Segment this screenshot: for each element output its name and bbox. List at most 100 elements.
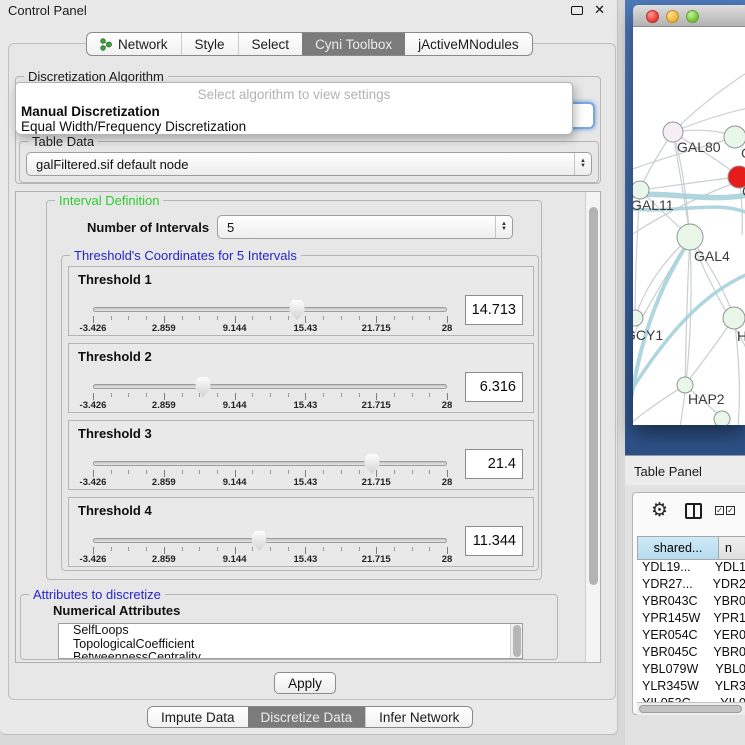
float-window-icon[interactable] [571, 6, 583, 15]
tab-select[interactable]: Select [238, 33, 303, 55]
group-title: Interval Definition [55, 193, 163, 208]
table-row[interactable]: YBR045CYBR0 [637, 645, 745, 662]
group-title: Attributes to discretize [29, 587, 165, 602]
attribute-list-item[interactable]: TopologicalCoefficient [59, 638, 522, 652]
tick-label: 21.715 [362, 477, 391, 488]
table-row[interactable]: YBR043CYBR0 [637, 594, 745, 611]
threshold-label: Threshold 3 [78, 426, 152, 441]
group-title: Threshold's Coordinates for 5 Intervals [70, 248, 301, 263]
threshold-slider[interactable] [93, 384, 447, 389]
threshold-value-field[interactable]: 14.713 [465, 295, 523, 325]
thresholds-coordinates-group: Threshold's Coordinates for 5 Intervals … [61, 255, 539, 571]
interval-definition-group: Interval Definition Number of Intervals … [46, 200, 542, 580]
tab-network[interactable]: Network [87, 33, 181, 55]
dropdown-option-equal-width-frequency[interactable]: Equal Width/Frequency Discretization [21, 119, 567, 134]
table-row[interactable]: YDR27...YDR2 [637, 577, 745, 594]
cell-shared-name: YBR043C [637, 594, 706, 611]
threshold-slider[interactable] [93, 307, 447, 312]
threshold-value-field[interactable]: 21.4 [465, 449, 523, 479]
threshold-value-field[interactable]: 6.316 [465, 372, 523, 402]
threshold-4-panel: Threshold 4 -3.4262.8599.14415.4321.7152… [68, 497, 534, 567]
node-label: GAL80 [677, 139, 721, 155]
threshold-slider[interactable] [93, 538, 447, 543]
spinner-arrows-icon: ▲▼ [574, 153, 591, 175]
threshold-label: Threshold 4 [78, 503, 152, 518]
table-row[interactable]: YER054CYER0 [637, 628, 745, 645]
gear-icon[interactable]: ⚙ [651, 499, 668, 521]
settings-scrollpane: Interval Definition Number of Intervals … [15, 191, 601, 663]
panel-scrollbar[interactable] [585, 192, 600, 662]
column-layout-icon[interactable] [685, 503, 702, 519]
minimize-traffic-light[interactable] [666, 10, 679, 23]
node-label: H [737, 328, 745, 344]
table-data-group: Table Data galFiltered.sif default node … [19, 141, 599, 183]
table-horizontal-scrollbar[interactable] [637, 702, 745, 715]
table-header-row: shared... n [637, 536, 745, 560]
threshold-value-field[interactable]: 11.344 [465, 526, 523, 556]
network-node[interactable] [633, 310, 643, 326]
scrollbar-thumb[interactable] [513, 625, 521, 657]
algorithm-dropdown-popup: Select algorithm to view settings Manual… [15, 82, 573, 135]
threshold-label: Threshold 1 [78, 272, 152, 287]
list-scrollbar[interactable] [510, 624, 522, 658]
table-row[interactable]: YBL079WYBL0 [637, 662, 745, 679]
network-canvas[interactable]: GAL80GACGAL11GAL4GCY1HHAP2 [633, 27, 745, 425]
cell-name: YER0 [706, 628, 745, 645]
number-of-intervals-label: Number of Intervals [87, 220, 209, 235]
network-node[interactable] [714, 411, 730, 425]
tick-label: 2.859 [152, 554, 176, 565]
tab-infer-network[interactable]: Infer Network [365, 707, 472, 727]
close-traffic-light[interactable] [646, 10, 659, 23]
network-graph: GAL80GACGAL11GAL4GCY1HHAP2 [633, 27, 745, 425]
column-header-name[interactable]: n [719, 536, 745, 560]
scrollbar-thumb[interactable] [589, 207, 598, 585]
tab-discretize-data[interactable]: Discretize Data [248, 707, 366, 727]
tab-cyni-toolbox[interactable]: Cyni Toolbox [302, 33, 405, 55]
cell-shared-name: YDR27... [637, 577, 706, 594]
network-node[interactable] [677, 224, 703, 250]
cell-shared-name: YBL079W [637, 662, 708, 679]
tick-label: 9.144 [223, 554, 247, 565]
tick-label: 21.715 [362, 400, 391, 411]
cell-name: YDR2 [706, 577, 745, 594]
bottom-tab-bar: Impute Data Discretize Data Infer Networ… [147, 706, 473, 728]
attribute-list-item[interactable]: BetweennessCentrality [59, 651, 522, 659]
slider-ticks [93, 393, 447, 400]
scrollbar-thumb[interactable] [639, 705, 742, 713]
checkbox-icon[interactable]: ✓ [726, 506, 735, 515]
tab-style[interactable]: Style [181, 33, 238, 55]
threshold-2-panel: Threshold 2 -3.4262.8599.14415.4321.7152… [68, 343, 534, 413]
tick-label: 15.43 [294, 323, 318, 334]
column-header-shared-name[interactable]: shared... [637, 536, 719, 560]
threshold-slider[interactable] [93, 461, 447, 466]
number-of-intervals-combobox[interactable]: 5 ▲▼ [217, 215, 513, 239]
numerical-attributes-list: SelfLoopsTopologicalCoefficientBetweenne… [58, 623, 523, 659]
cell-name: YPR1 [706, 611, 745, 628]
attribute-list-item[interactable]: SelfLoops [59, 624, 522, 638]
zoom-traffic-light[interactable] [686, 10, 699, 23]
cell-name: YBL0 [708, 662, 745, 679]
tick-label: 28 [442, 400, 453, 411]
table-row[interactable]: YDL19...YDL1 [637, 560, 745, 577]
top-tab-bar: Network Style Select Cyni Toolbox jActiv… [86, 32, 533, 56]
slider-ticks [93, 547, 447, 554]
tick-label: -3.426 [80, 554, 107, 565]
table-panel-title: Table Panel [634, 464, 702, 479]
tab-impute-data[interactable]: Impute Data [148, 707, 248, 727]
apply-button[interactable]: Apply [274, 672, 336, 694]
network-window-titlebar[interactable] [633, 5, 745, 27]
table-panel: ⚙ ✓ ✓ shared... n YDL19...YDL1YDR27...YD… [625, 485, 745, 745]
table-data-combobox[interactable]: galFiltered.sif default node ▲▼ [26, 152, 592, 176]
node-label: GAL4 [694, 248, 730, 264]
dropdown-option-manual-discretization[interactable]: Manual Discretization [21, 104, 567, 119]
close-icon[interactable]: ✕ [594, 2, 605, 18]
table-row[interactable]: YLR345WYLR3 [637, 679, 745, 696]
checkbox-icon[interactable]: ✓ [715, 506, 724, 515]
network-icon [100, 38, 112, 51]
tab-label: Network [118, 37, 168, 52]
tab-jactivemnodules[interactable]: jActiveMNodules [405, 33, 532, 55]
combobox-value: 5 [218, 220, 495, 235]
cell-shared-name: YER054C [637, 628, 706, 645]
network-node[interactable] [723, 307, 745, 329]
table-row[interactable]: YPR145WYPR1 [637, 611, 745, 628]
